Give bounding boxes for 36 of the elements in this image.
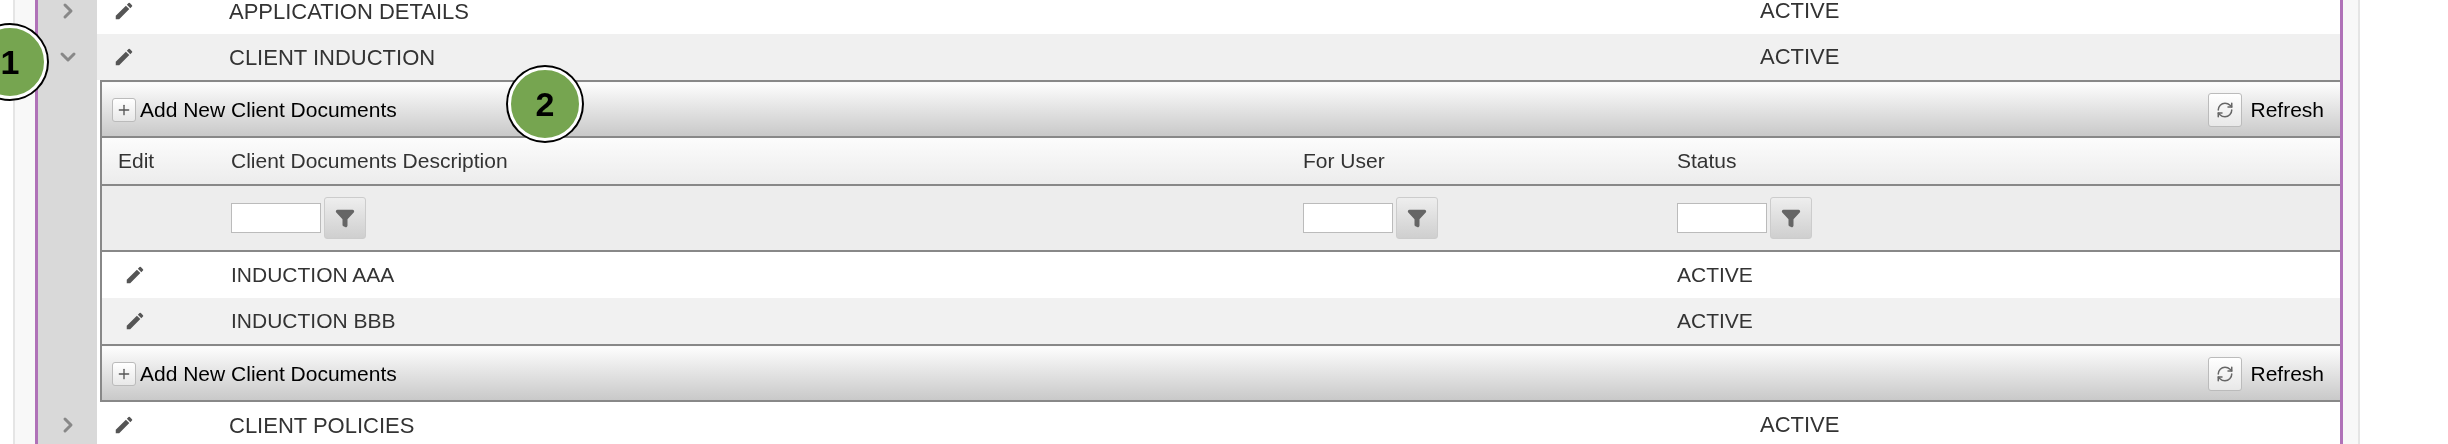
refresh-icon [2208, 356, 2243, 391]
pencil-icon[interactable] [113, 46, 135, 68]
filter-field[interactable] [1303, 203, 1393, 233]
filter-field[interactable] [1677, 203, 1767, 233]
column-header: Edit [118, 149, 155, 173]
refresh-icon [2208, 92, 2243, 127]
filter-field[interactable] [231, 203, 321, 233]
pencil-icon[interactable] [124, 264, 146, 286]
pencil-icon[interactable] [124, 310, 146, 332]
row-title: CLIENT INDUCTION [229, 44, 436, 70]
filter-icon [1781, 208, 1801, 228]
status-text: ACTIVE [1760, 414, 1840, 436]
table-cell: ACTIVE [1677, 309, 1753, 333]
status-text: ACTIVE [1760, 0, 1840, 22]
column-header: For User [1303, 149, 1385, 173]
filter-button[interactable] [324, 197, 366, 239]
column-header: Client Documents Description [231, 149, 508, 173]
filter-icon [335, 208, 355, 228]
pencil-icon[interactable] [113, 414, 135, 436]
table-cell: INDUCTION BBB [231, 309, 396, 333]
add-new-button[interactable]: Add New Client Documents [112, 357, 397, 390]
refresh-button[interactable]: Refresh [2208, 92, 2330, 127]
table-cell: INDUCTION AAA [231, 263, 395, 287]
plus-icon [112, 361, 136, 386]
filter-icon [1407, 208, 1427, 228]
row-title: CLIENT POLICIES [229, 412, 415, 438]
filter-button[interactable] [1770, 197, 1812, 239]
pencil-icon[interactable] [113, 0, 135, 22]
filter-button[interactable] [1396, 197, 1438, 239]
row-title: APPLICATION DETAILS [229, 0, 470, 24]
plus-icon [112, 97, 136, 122]
add-new-button[interactable]: Add New Client Documents [112, 93, 397, 126]
refresh-button[interactable]: Refresh [2208, 356, 2330, 391]
column-header: Status [1677, 149, 1737, 173]
status-text: ACTIVE [1760, 46, 1840, 68]
table-cell: ACTIVE [1677, 263, 1753, 287]
